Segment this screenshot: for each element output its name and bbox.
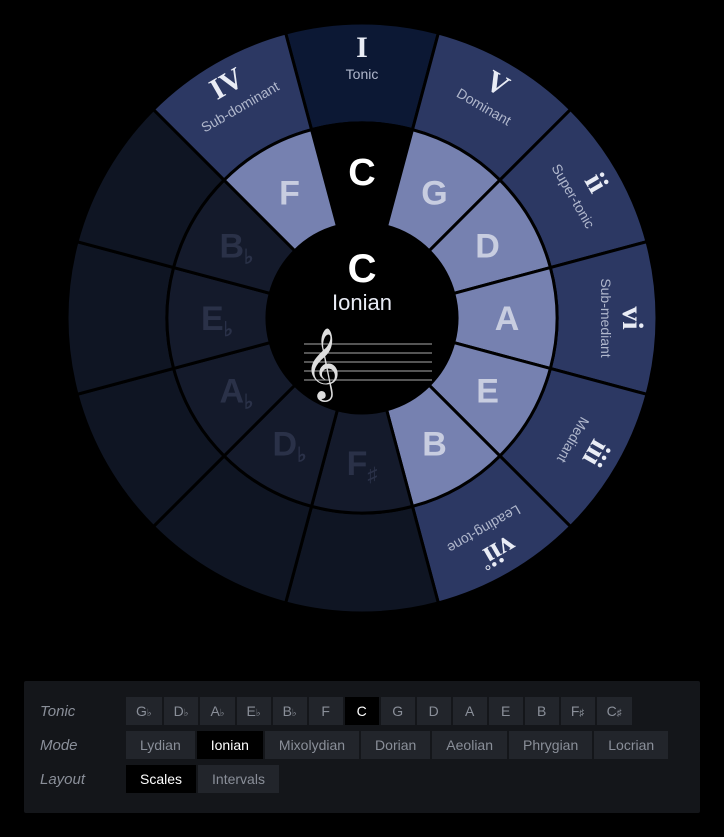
note-label: F [279, 174, 300, 212]
mode-row: Mode LydianIonianMixolydianDorianAeolian… [36, 731, 688, 759]
note-label: E [476, 373, 499, 411]
tonic-option[interactable]: A♭ [200, 697, 234, 725]
mode-option[interactable]: Dorian [361, 731, 430, 759]
mode-label: Mode [36, 737, 126, 754]
note-label: C [348, 152, 375, 194]
note-label: A [495, 300, 520, 338]
tonic-button-group: G♭D♭A♭E♭B♭FCGDAEBF♯C♯ [126, 697, 634, 725]
degree-label: Sub-mediant [598, 278, 614, 357]
degree-label: Tonic [346, 66, 379, 82]
roman-numeral: vi [616, 306, 649, 329]
layout-option[interactable]: Intervals [198, 765, 279, 793]
circle-of-fifths-wheel: ITonicVDominantiiSuper-tonicviSub-median… [52, 8, 672, 628]
layout-row: Layout ScalesIntervals [36, 765, 688, 793]
note-label: G [421, 174, 447, 212]
mode-option[interactable]: Mixolydian [265, 731, 359, 759]
mode-option[interactable]: Lydian [126, 731, 195, 759]
tonic-option[interactable]: G [381, 697, 415, 725]
control-panel: Tonic G♭D♭A♭E♭B♭FCGDAEBF♯C♯ Mode LydianI… [24, 681, 700, 813]
mode-option[interactable]: Locrian [594, 731, 668, 759]
layout-option[interactable]: Scales [126, 765, 196, 793]
tonic-option[interactable]: D [417, 697, 451, 725]
mode-button-group: LydianIonianMixolydianDorianAeolianPhryg… [126, 731, 670, 759]
mode-option[interactable]: Aeolian [432, 731, 507, 759]
tonic-option[interactable]: B [525, 697, 559, 725]
center-mode: Ionian [332, 290, 392, 315]
tonic-label: Tonic [36, 703, 126, 720]
tonic-option[interactable]: G♭ [126, 697, 162, 725]
tonic-row: Tonic G♭D♭A♭E♭B♭FCGDAEBF♯C♯ [36, 697, 688, 725]
treble-clef-icon: 𝄞 [304, 328, 341, 402]
tonic-option[interactable]: B♭ [273, 697, 307, 725]
tonic-option[interactable]: E [489, 697, 523, 725]
roman-numeral: I [356, 31, 368, 64]
center-note: C [348, 247, 377, 291]
layout-label: Layout [36, 771, 126, 788]
note-label: D [475, 228, 500, 266]
mode-option[interactable]: Ionian [197, 731, 263, 759]
mode-option[interactable]: Phrygian [509, 731, 592, 759]
tonic-option[interactable]: F♯ [561, 697, 595, 725]
tonic-option[interactable]: D♭ [164, 697, 199, 725]
tonic-option[interactable]: C♯ [597, 697, 632, 725]
note-label: B [422, 426, 447, 464]
tonic-option[interactable]: F [309, 697, 343, 725]
layout-button-group: ScalesIntervals [126, 765, 281, 793]
tonic-option[interactable]: E♭ [237, 697, 271, 725]
tonic-option[interactable]: C [345, 697, 379, 725]
tonic-option[interactable]: A [453, 697, 487, 725]
